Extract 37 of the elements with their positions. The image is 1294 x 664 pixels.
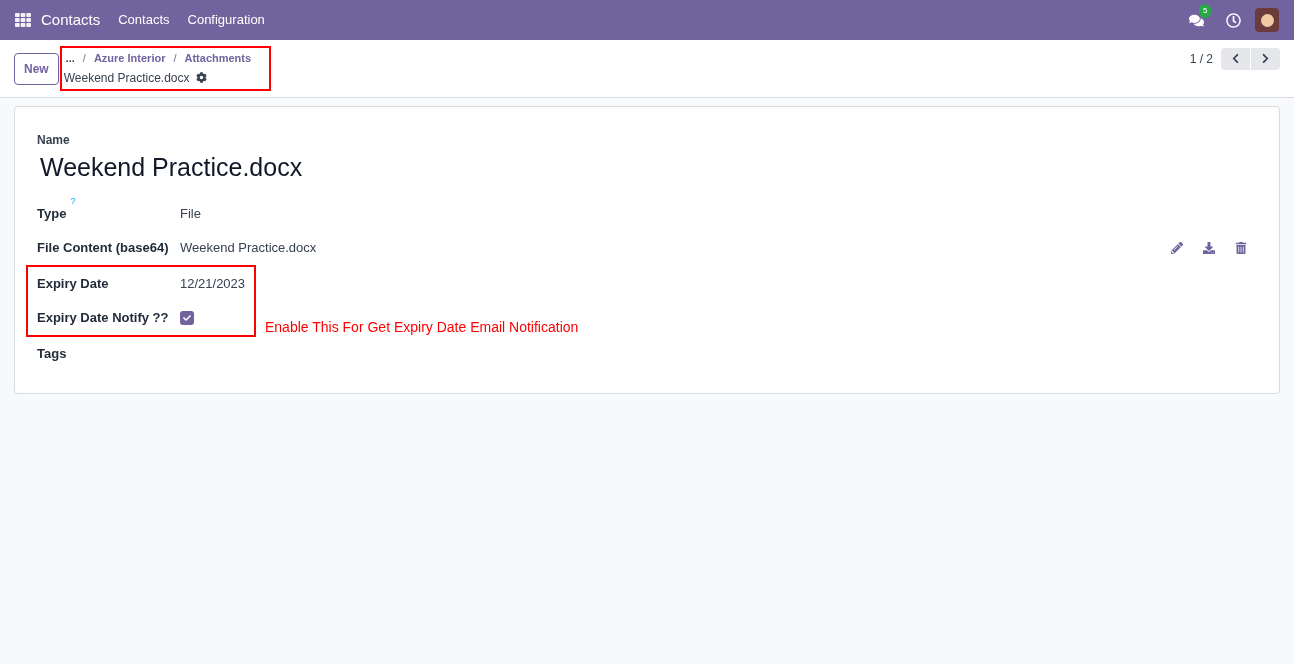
- record-title: Weekend Practice.docx: [63, 69, 190, 87]
- field-label: Expiry Date Notify ??: [37, 308, 169, 327]
- chat-icon[interactable]: [1189, 12, 1204, 28]
- checkbox[interactable]: [180, 310, 194, 325]
- breadcrumb-link[interactable]: Azure Interior: [93, 50, 166, 67]
- pager-value: 1 / 2: [1189, 50, 1213, 68]
- download-icon[interactable]: [1203, 241, 1215, 254]
- check-icon: [183, 313, 191, 322]
- app-name[interactable]: Contacts: [41, 8, 101, 32]
- avatar[interactable]: [1255, 8, 1279, 32]
- chevron-left-icon: [1230, 53, 1241, 64]
- apps-menu-icon[interactable]: [15, 12, 31, 28]
- field-value: 12/21/2023: [180, 274, 246, 293]
- menu-item[interactable]: Configuration: [187, 10, 265, 30]
- field-label: Tags: [37, 344, 67, 363]
- field-label: File Content (base64): [37, 238, 169, 257]
- breadcrumb-link[interactable]: ...: [65, 50, 75, 67]
- field-label: Expiry Date: [37, 274, 109, 293]
- settings-icon[interactable]: [195, 72, 207, 84]
- clock-icon[interactable]: [1226, 12, 1241, 28]
- chevron-right-icon: [1260, 53, 1271, 64]
- new-button[interactable]: New: [14, 52, 59, 85]
- previous-button[interactable]: [1221, 47, 1250, 70]
- breadcrumb-link[interactable]: Attachments: [184, 50, 252, 67]
- field-label: Name: [37, 132, 71, 149]
- trash-icon[interactable]: [1235, 241, 1247, 254]
- field-value: Weekend Practice.docx: [180, 238, 317, 257]
- record-name: Weekend Practice.docx: [40, 152, 303, 183]
- breadcrumb-separator: /: [173, 51, 177, 67]
- message-count-badge: 5: [1199, 3, 1212, 18]
- next-button[interactable]: [1251, 47, 1280, 70]
- menu-item[interactable]: Contacts: [118, 10, 170, 30]
- field-label: Type: [37, 204, 67, 223]
- annotation-text: Enable This For Get Expiry Date Email Notification: [265, 317, 579, 337]
- field-value: File: [180, 204, 201, 223]
- edit-icon[interactable]: [1171, 241, 1183, 254]
- breadcrumb-separator: /: [82, 51, 86, 67]
